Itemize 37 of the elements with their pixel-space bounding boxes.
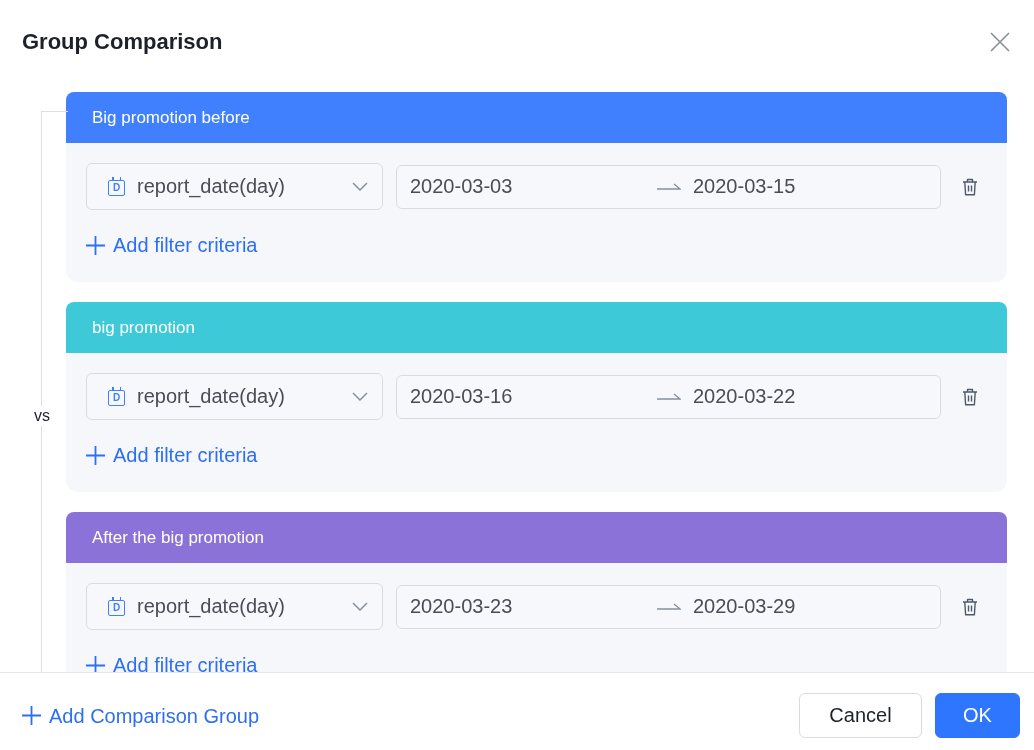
field-select[interactable]: D report_date(day)	[86, 163, 383, 210]
add-filter-link[interactable]: Add filter criteria	[86, 444, 258, 466]
dialog-title: Group Comparison	[22, 29, 223, 55]
plus-icon	[86, 235, 105, 255]
close-icon[interactable]	[990, 32, 1010, 52]
cancel-button[interactable]: Cancel	[799, 693, 922, 738]
plus-icon	[22, 706, 41, 725]
chevron-down-icon	[352, 392, 368, 401]
plus-icon	[86, 445, 105, 465]
plus-icon	[86, 655, 105, 672]
group-header: big promotion	[66, 302, 1007, 353]
add-filter-link[interactable]: Add filter criteria	[86, 654, 258, 672]
group-header: After the big promotion	[66, 512, 1007, 563]
field-select[interactable]: D report_date(day)	[86, 373, 383, 420]
start-date[interactable]: 2020-03-03	[410, 175, 657, 198]
calendar-icon: D	[108, 390, 125, 406]
field-select[interactable]: D report_date(day)	[86, 583, 383, 630]
trash-icon[interactable]	[962, 177, 978, 196]
calendar-icon: D	[108, 600, 125, 616]
end-date[interactable]: 2020-03-15	[693, 175, 796, 198]
end-date[interactable]: 2020-03-22	[693, 385, 796, 408]
ok-button[interactable]: OK	[935, 693, 1020, 738]
chevron-down-icon	[352, 182, 368, 191]
start-date[interactable]: 2020-03-16	[410, 385, 657, 408]
date-range-field[interactable]: 2020-03-23 2020-03-29	[396, 584, 941, 629]
add-group-link[interactable]: Add Comparison Group	[22, 704, 260, 727]
vs-label: vs	[31, 406, 53, 426]
add-filter-link[interactable]: Add filter criteria	[86, 234, 258, 256]
start-date[interactable]: 2020-03-23	[410, 595, 657, 618]
end-date[interactable]: 2020-03-29	[693, 595, 796, 618]
date-range-field[interactable]: 2020-03-03 2020-03-15	[396, 164, 941, 209]
calendar-icon: D	[108, 180, 125, 196]
date-range-field[interactable]: 2020-03-16 2020-03-22	[396, 374, 941, 419]
chevron-down-icon	[352, 602, 368, 611]
trash-icon[interactable]	[962, 387, 978, 406]
group-header: Big promotion before	[66, 92, 1007, 143]
trash-icon[interactable]	[962, 597, 978, 616]
